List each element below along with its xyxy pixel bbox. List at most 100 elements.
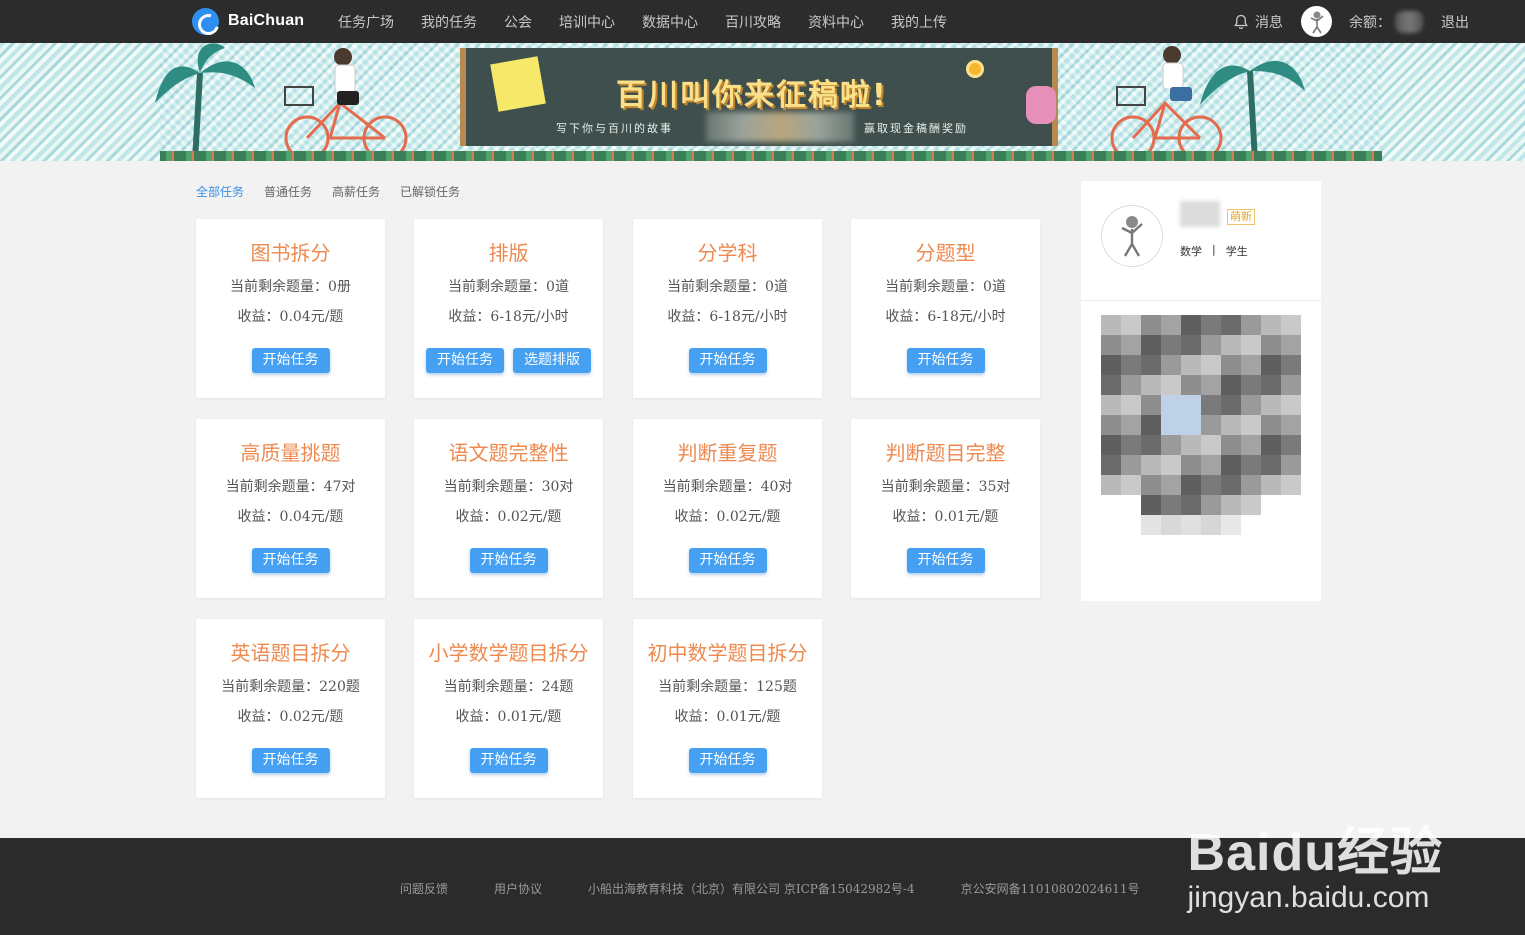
qr-mosaic-cell bbox=[1181, 315, 1201, 335]
balance-value-redacted bbox=[1395, 10, 1423, 33]
task-remaining: 当前剩余题量：35对 bbox=[880, 479, 1011, 495]
qr-mosaic-cell bbox=[1181, 515, 1201, 535]
qr-mosaic-cell bbox=[1281, 415, 1301, 435]
qr-mosaic-cell bbox=[1261, 355, 1281, 375]
qr-mosaic-cell bbox=[1141, 455, 1161, 475]
nav-my-tasks[interactable]: 我的任务 bbox=[421, 12, 477, 32]
task-remaining: 当前剩余题量：0道 bbox=[667, 279, 788, 295]
qr-mosaic-cell bbox=[1221, 375, 1241, 395]
qr-mosaic-cell bbox=[1101, 355, 1121, 375]
nav-training-center[interactable]: 培训中心 bbox=[559, 12, 615, 32]
qr-mosaic-cell bbox=[1221, 335, 1241, 355]
qr-mosaic-cell bbox=[1201, 315, 1221, 335]
nav-data-center[interactable]: 数据中心 bbox=[642, 12, 698, 32]
start-task-button[interactable]: 开始任务 bbox=[251, 748, 330, 773]
task-title: 高质量挑题 bbox=[240, 441, 341, 465]
qr-mosaic-cell bbox=[1281, 355, 1301, 375]
qr-mosaic-cell bbox=[1261, 415, 1281, 435]
profile-avatar[interactable] bbox=[1101, 205, 1163, 267]
qr-mosaic-cell bbox=[1181, 455, 1201, 475]
qr-mosaic-cell bbox=[1161, 515, 1181, 535]
qr-mosaic-cell bbox=[1161, 375, 1181, 395]
nav-guild[interactable]: 公会 bbox=[504, 12, 532, 32]
qr-mosaic-cell bbox=[1201, 455, 1221, 475]
qr-mosaic-cell bbox=[1141, 315, 1161, 335]
qr-mosaic-cell bbox=[1181, 335, 1201, 355]
qr-mosaic-cell bbox=[1161, 315, 1181, 335]
logout-link[interactable]: 退出 bbox=[1441, 12, 1469, 32]
select-layout-button[interactable]: 选题排版 bbox=[513, 348, 591, 373]
qr-mosaic-cell bbox=[1241, 475, 1261, 495]
start-task-button[interactable]: 开始任务 bbox=[688, 748, 767, 773]
nav-task-square[interactable]: 任务广场 bbox=[338, 12, 394, 32]
qr-mosaic-cell bbox=[1161, 455, 1181, 475]
qr-mosaic-cell bbox=[1221, 355, 1241, 375]
qr-mosaic-cell bbox=[1201, 475, 1221, 495]
palm-tree-right bbox=[1200, 60, 1305, 161]
task-remaining: 当前剩余题量：0道 bbox=[885, 279, 1006, 295]
qr-mosaic-cell bbox=[1101, 435, 1121, 455]
qr-mosaic-cell bbox=[1261, 495, 1281, 515]
nav-guide[interactable]: 百川攻略 bbox=[725, 12, 781, 32]
top-navigation-bar: BaiChuan 任务广场 我的任务 公会 培训中心 数据中心 百川攻略 资料中… bbox=[0, 0, 1525, 43]
start-task-button[interactable]: 开始任务 bbox=[688, 348, 767, 373]
message-link[interactable]: 消息 bbox=[1255, 12, 1283, 32]
start-task-button[interactable]: 开始任务 bbox=[251, 548, 330, 573]
bell-icon[interactable] bbox=[1233, 14, 1249, 30]
qr-mosaic-cell bbox=[1281, 315, 1301, 335]
call-for-submissions-banner[interactable]: 百川叫你来征稿啦! 写下你与百川的故事 赢取现金稿酬奖励 bbox=[0, 43, 1525, 161]
qr-mosaic-cell bbox=[1241, 515, 1261, 535]
qr-mosaic-cell bbox=[1201, 495, 1221, 515]
task-remaining: 当前剩余题量：30对 bbox=[443, 479, 574, 495]
start-task-button[interactable]: 开始任务 bbox=[688, 548, 767, 573]
feedback-link[interactable]: 问题反馈 bbox=[400, 880, 448, 897]
qr-mosaic-cell bbox=[1221, 415, 1241, 435]
header-right-tools: 消息 余额： 退出 bbox=[1233, 0, 1469, 43]
start-task-button[interactable]: 开始任务 bbox=[251, 348, 330, 373]
start-task-button[interactable]: 开始任务 bbox=[426, 348, 504, 373]
user-avatar[interactable] bbox=[1301, 6, 1332, 37]
nav-my-uploads[interactable]: 我的上传 bbox=[891, 12, 947, 32]
task-remaining: 当前剩余题量：0册 bbox=[230, 279, 351, 295]
start-task-button[interactable]: 开始任务 bbox=[469, 548, 548, 573]
tab-high-pay-tasks[interactable]: 高薪任务 bbox=[332, 183, 380, 200]
qr-mosaic-cell bbox=[1141, 415, 1161, 435]
qr-mosaic-cell bbox=[1201, 375, 1221, 395]
qr-mosaic-cell bbox=[1281, 395, 1301, 415]
qr-mosaic-cell bbox=[1141, 475, 1161, 495]
baichuan-logo[interactable]: BaiChuan bbox=[192, 6, 304, 36]
task-title: 图书拆分 bbox=[250, 241, 331, 265]
username-redacted bbox=[1180, 201, 1220, 227]
qr-mosaic-cell bbox=[1241, 375, 1261, 395]
start-task-button[interactable]: 开始任务 bbox=[906, 348, 985, 373]
start-task-button[interactable]: 开始任务 bbox=[906, 548, 985, 573]
qr-mosaic-cell bbox=[1161, 355, 1181, 375]
qr-mosaic-cell bbox=[1101, 395, 1121, 415]
tab-unlocked-tasks[interactable]: 已解锁任务 bbox=[400, 183, 460, 200]
qr-mosaic-cell bbox=[1161, 495, 1181, 515]
banner-subtitle-right: 赢取现金稿酬奖励 bbox=[864, 122, 968, 135]
qr-mosaic-cell bbox=[1141, 355, 1161, 375]
qr-mosaic-cell bbox=[1181, 435, 1201, 455]
nav-resource-center[interactable]: 资料中心 bbox=[808, 12, 864, 32]
task-income: 收益：0.01元/题 bbox=[455, 709, 562, 725]
start-task-button[interactable]: 开始任务 bbox=[469, 748, 548, 773]
task-card: 分题型 当前剩余题量：0道 收益：6-18元/小时 开始任务 bbox=[851, 219, 1040, 398]
task-income: 收益：6-18元/小时 bbox=[667, 309, 788, 325]
task-card: 图书拆分 当前剩余题量：0册 收益：0.04元/题 开始任务 bbox=[196, 219, 385, 398]
qr-mosaic-cell bbox=[1181, 475, 1201, 495]
qr-mosaic-cell bbox=[1261, 515, 1281, 535]
tab-normal-tasks[interactable]: 普通任务 bbox=[264, 183, 312, 200]
qr-mosaic-cell bbox=[1161, 395, 1181, 415]
qr-mosaic-cell bbox=[1161, 335, 1181, 355]
qr-mosaic-cell bbox=[1121, 455, 1141, 475]
qr-mosaic-cell bbox=[1121, 315, 1141, 335]
qr-mosaic-cell bbox=[1281, 455, 1301, 475]
watermark-brand: Baidu经验 bbox=[1187, 824, 1443, 882]
qr-mosaic-cell bbox=[1161, 415, 1181, 435]
qr-mosaic-cell bbox=[1241, 355, 1261, 375]
tab-all-tasks[interactable]: 全部任务 bbox=[196, 183, 244, 200]
user-agreement-link[interactable]: 用户协议 bbox=[494, 880, 542, 897]
qr-mosaic-cell bbox=[1121, 335, 1141, 355]
sun-icon bbox=[966, 60, 984, 78]
